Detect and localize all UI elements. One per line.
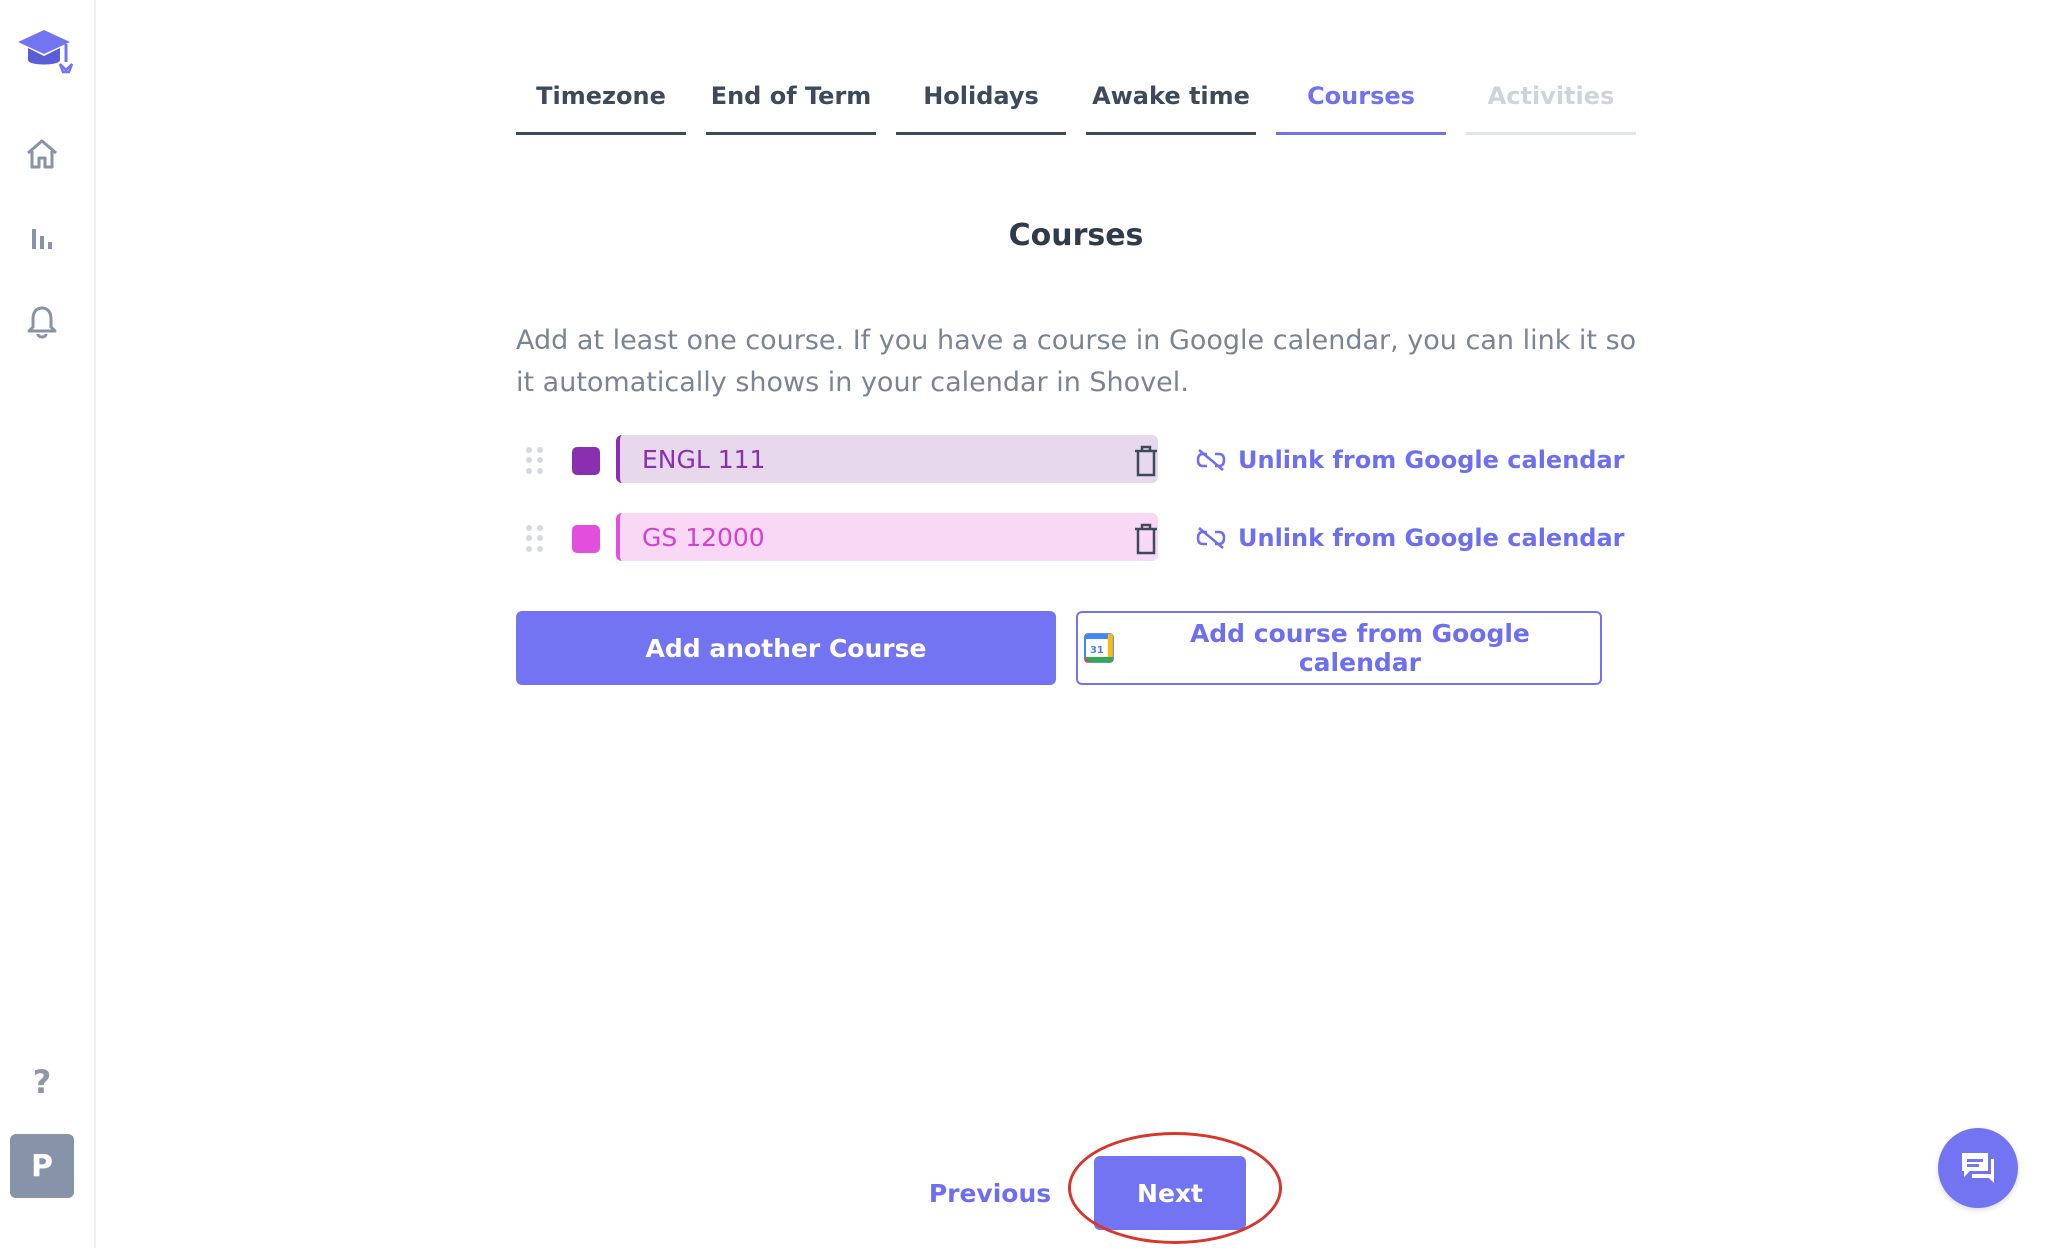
- chat-button[interactable]: [1938, 1128, 2018, 1208]
- drag-handle-icon[interactable]: [526, 525, 544, 553]
- drag-handle-icon[interactable]: [526, 447, 544, 475]
- unlink-label: Unlink from Google calendar: [1238, 524, 1625, 552]
- unlink-icon: [1196, 449, 1226, 471]
- unlink-google-calendar-link[interactable]: Unlink from Google calendar: [1196, 513, 1625, 563]
- tab-holidays[interactable]: Holidays: [896, 60, 1066, 135]
- trash-icon[interactable]: [1128, 443, 1164, 479]
- sidebar: ? P: [0, 0, 96, 1248]
- unlink-label: Unlink from Google calendar: [1238, 446, 1625, 474]
- bell-icon[interactable]: [20, 300, 64, 344]
- home-icon[interactable]: [20, 132, 64, 176]
- add-from-google-label: Add course from Google calendar: [1189, 619, 1530, 677]
- add-course-button[interactable]: Add another Course: [516, 611, 1056, 685]
- previous-button[interactable]: Previous: [920, 1168, 1060, 1220]
- tab-courses[interactable]: Courses: [1276, 60, 1446, 135]
- course-color-swatch[interactable]: [572, 447, 600, 475]
- trash-icon[interactable]: [1128, 521, 1164, 557]
- chat-icon: [1962, 1153, 1994, 1183]
- course-row: Unlink from Google calendar: [516, 513, 1646, 563]
- svg-text:31: 31: [1090, 645, 1104, 656]
- course-name-input[interactable]: [616, 435, 1158, 483]
- tab-end-of-term[interactable]: End of Term: [706, 60, 876, 135]
- course-color-swatch[interactable]: [572, 525, 600, 553]
- avatar[interactable]: P: [10, 1134, 74, 1198]
- next-button[interactable]: Next: [1094, 1156, 1246, 1230]
- bar-chart-icon[interactable]: [20, 216, 64, 260]
- page-title: Courses: [1008, 218, 1144, 253]
- tab-awake-time[interactable]: Awake time: [1086, 60, 1256, 135]
- unlink-icon: [1196, 527, 1226, 549]
- course-row: Unlink from Google calendar: [516, 435, 1646, 485]
- google-calendar-icon: 31: [1084, 633, 1114, 663]
- graduation-cap-logo[interactable]: [12, 20, 76, 84]
- tab-timezone[interactable]: Timezone: [516, 60, 686, 135]
- unlink-google-calendar-link[interactable]: Unlink from Google calendar: [1196, 435, 1625, 485]
- help-icon[interactable]: ?: [20, 1060, 64, 1104]
- add-from-google-calendar-button[interactable]: 31 Add course from Google calendar: [1076, 611, 1602, 685]
- tab-activities: Activities: [1466, 60, 1636, 135]
- courses-description: Add at least one course. If you have a c…: [516, 325, 1637, 398]
- course-name-input[interactable]: [616, 513, 1158, 561]
